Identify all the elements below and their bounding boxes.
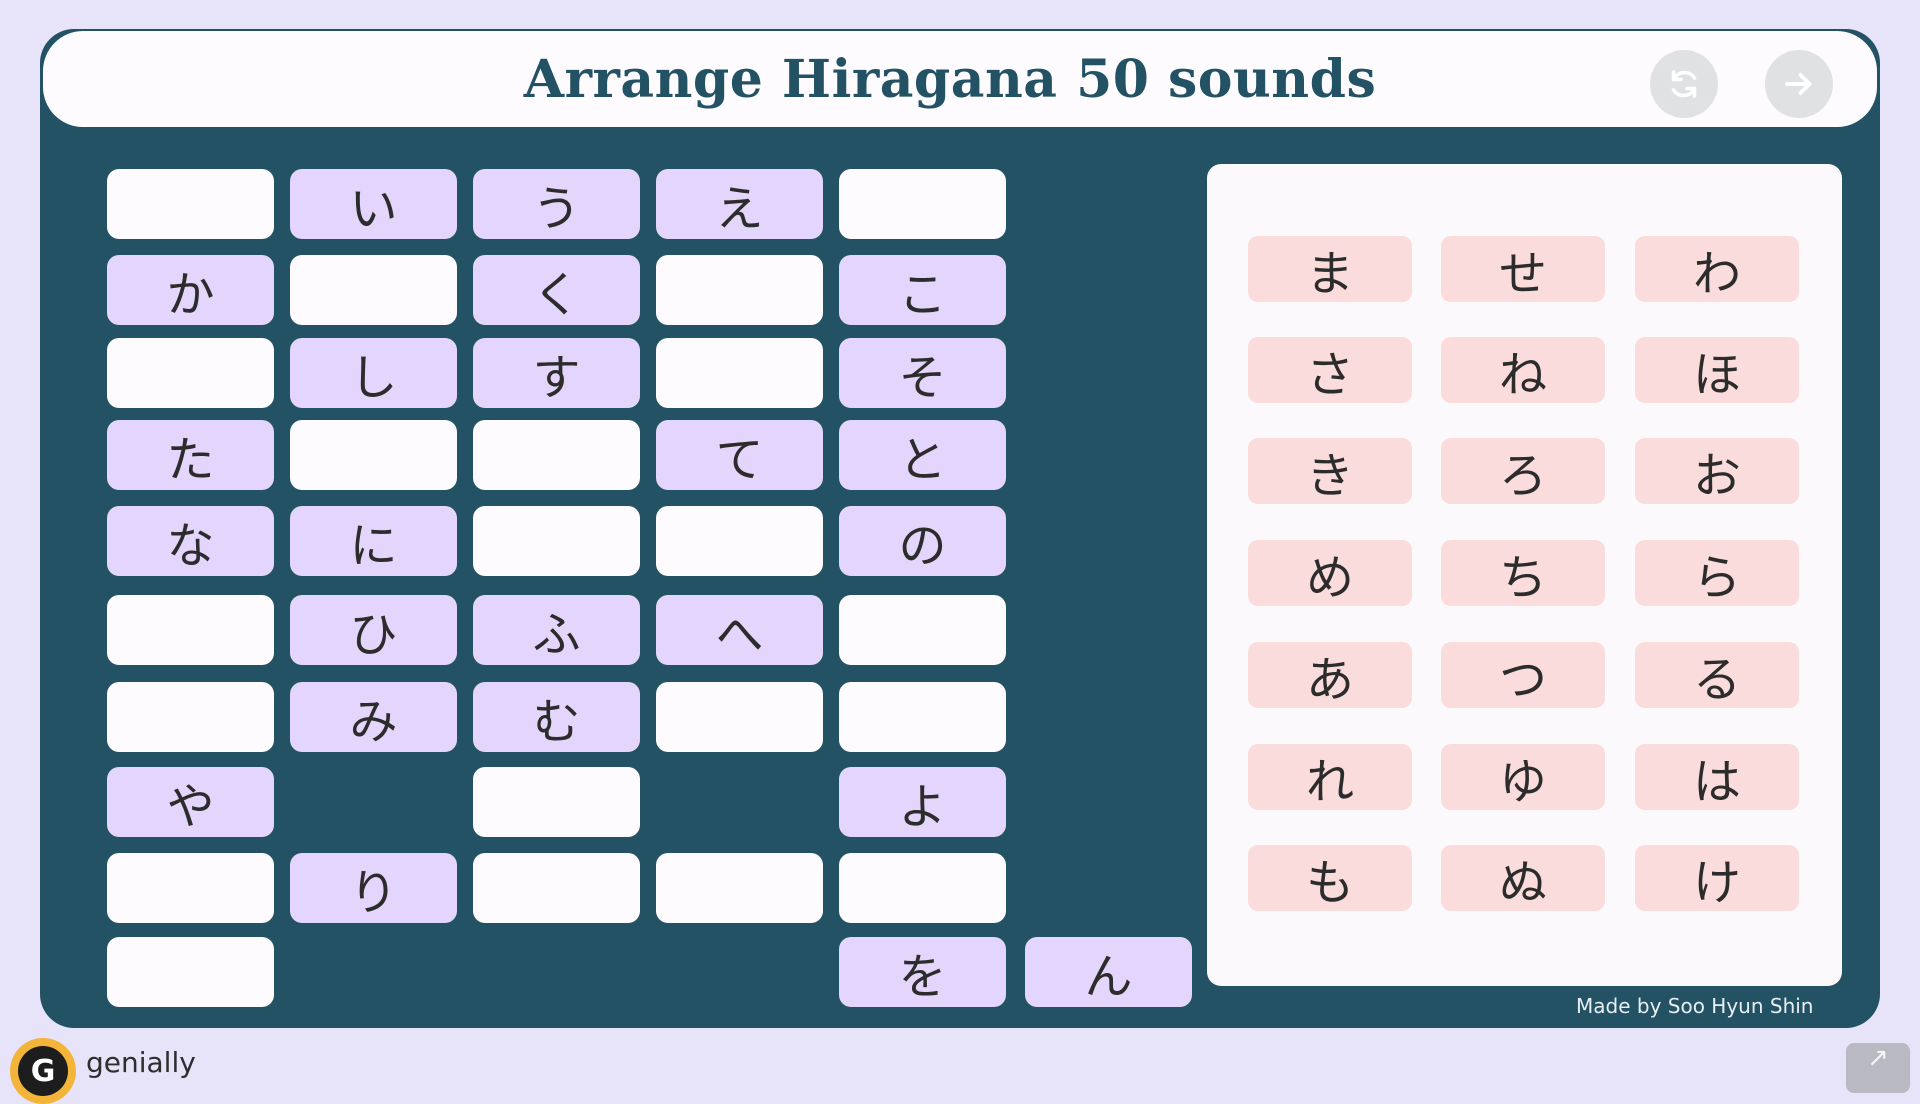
- kana-tile[interactable]: ま: [1248, 236, 1412, 302]
- grid-slot-filled[interactable]: へ: [656, 595, 823, 665]
- credit-text: Made by Soo Hyun Shin: [1576, 994, 1814, 1018]
- expand-icon: ↗: [1867, 1043, 1889, 1073]
- kana-tile[interactable]: せ: [1441, 236, 1605, 302]
- kana-tile[interactable]: ほ: [1635, 337, 1799, 403]
- kana-tile[interactable]: め: [1248, 540, 1412, 606]
- grid-slot-filled[interactable]: く: [473, 255, 640, 325]
- kana-tile[interactable]: お: [1635, 438, 1799, 504]
- grid-slot-filled[interactable]: よ: [839, 767, 1006, 837]
- grid-slot-filled[interactable]: ふ: [473, 595, 640, 665]
- grid-slot-filled[interactable]: み: [290, 682, 457, 752]
- grid-slot-empty[interactable]: [290, 420, 457, 490]
- grid-slot-empty[interactable]: [473, 853, 640, 923]
- grid-slot-filled[interactable]: と: [839, 420, 1006, 490]
- kana-tile[interactable]: ゆ: [1441, 744, 1605, 810]
- reset-button[interactable]: [1650, 50, 1718, 118]
- grid-slot-filled[interactable]: ひ: [290, 595, 457, 665]
- brand-name[interactable]: genially: [86, 1046, 196, 1079]
- grid-slot-empty[interactable]: [473, 420, 640, 490]
- grid-slot-filled[interactable]: す: [473, 338, 640, 408]
- kana-tile[interactable]: き: [1248, 438, 1412, 504]
- kana-tile[interactable]: け: [1635, 845, 1799, 911]
- logo-letter: G: [18, 1046, 68, 1096]
- grid-slot-filled[interactable]: を: [839, 937, 1006, 1007]
- kana-tile[interactable]: つ: [1441, 642, 1605, 708]
- grid-slot-empty[interactable]: [839, 853, 1006, 923]
- grid-slot-filled[interactable]: う: [473, 169, 640, 239]
- refresh-icon: [1671, 70, 1697, 98]
- grid-slot-empty[interactable]: [107, 595, 274, 665]
- grid-slot-filled[interactable]: い: [290, 169, 457, 239]
- grid-slot-empty[interactable]: [656, 338, 823, 408]
- grid-slot-filled[interactable]: て: [656, 420, 823, 490]
- kana-tile[interactable]: ぬ: [1441, 845, 1605, 911]
- grid-slot-filled[interactable]: の: [839, 506, 1006, 576]
- grid-slot-empty[interactable]: [107, 169, 274, 239]
- kana-tile[interactable]: わ: [1635, 236, 1799, 302]
- grid-slot-filled[interactable]: に: [290, 506, 457, 576]
- grid-slot-empty[interactable]: [107, 853, 274, 923]
- kana-tile[interactable]: ろ: [1441, 438, 1605, 504]
- grid-slot-empty[interactable]: [473, 506, 640, 576]
- grid-slot-empty[interactable]: [656, 682, 823, 752]
- page-title: Arrange Hiragana 50 sounds: [523, 48, 1377, 110]
- grid-slot-empty[interactable]: [839, 595, 1006, 665]
- grid-slot-filled[interactable]: こ: [839, 255, 1006, 325]
- kana-tile[interactable]: る: [1635, 642, 1799, 708]
- next-button[interactable]: [1765, 50, 1833, 118]
- expand-button[interactable]: ↗: [1846, 1043, 1910, 1093]
- kana-tile[interactable]: ね: [1441, 337, 1605, 403]
- genially-logo[interactable]: G: [10, 1038, 76, 1104]
- title-bar: Arrange Hiragana 50 sounds: [43, 31, 1877, 127]
- kana-tile[interactable]: も: [1248, 845, 1412, 911]
- grid-slot-filled[interactable]: し: [290, 338, 457, 408]
- kana-tile[interactable]: れ: [1248, 744, 1412, 810]
- grid-slot-empty[interactable]: [107, 937, 274, 1007]
- kana-tile[interactable]: さ: [1248, 337, 1412, 403]
- grid-slot-filled[interactable]: な: [107, 506, 274, 576]
- grid-slot-filled[interactable]: や: [107, 767, 274, 837]
- kana-tile[interactable]: あ: [1248, 642, 1412, 708]
- arrow-right-icon: [1785, 73, 1812, 95]
- grid-slot-empty[interactable]: [107, 682, 274, 752]
- grid-slot-empty[interactable]: [473, 767, 640, 837]
- kana-tile[interactable]: は: [1635, 744, 1799, 810]
- grid-slot-empty[interactable]: [839, 682, 1006, 752]
- grid-slot-filled[interactable]: ん: [1025, 937, 1192, 1007]
- grid-slot-filled[interactable]: え: [656, 169, 823, 239]
- grid-slot-empty[interactable]: [656, 255, 823, 325]
- grid-slot-filled[interactable]: た: [107, 420, 274, 490]
- grid-slot-empty[interactable]: [656, 853, 823, 923]
- grid-slot-filled[interactable]: む: [473, 682, 640, 752]
- grid-slot-filled[interactable]: そ: [839, 338, 1006, 408]
- grid-slot-empty[interactable]: [107, 338, 274, 408]
- grid-slot-empty[interactable]: [839, 169, 1006, 239]
- kana-tile[interactable]: ら: [1635, 540, 1799, 606]
- grid-slot-empty[interactable]: [290, 255, 457, 325]
- kana-tile[interactable]: ち: [1441, 540, 1605, 606]
- grid-slot-filled[interactable]: り: [290, 853, 457, 923]
- grid-slot-filled[interactable]: か: [107, 255, 274, 325]
- grid-slot-empty[interactable]: [656, 506, 823, 576]
